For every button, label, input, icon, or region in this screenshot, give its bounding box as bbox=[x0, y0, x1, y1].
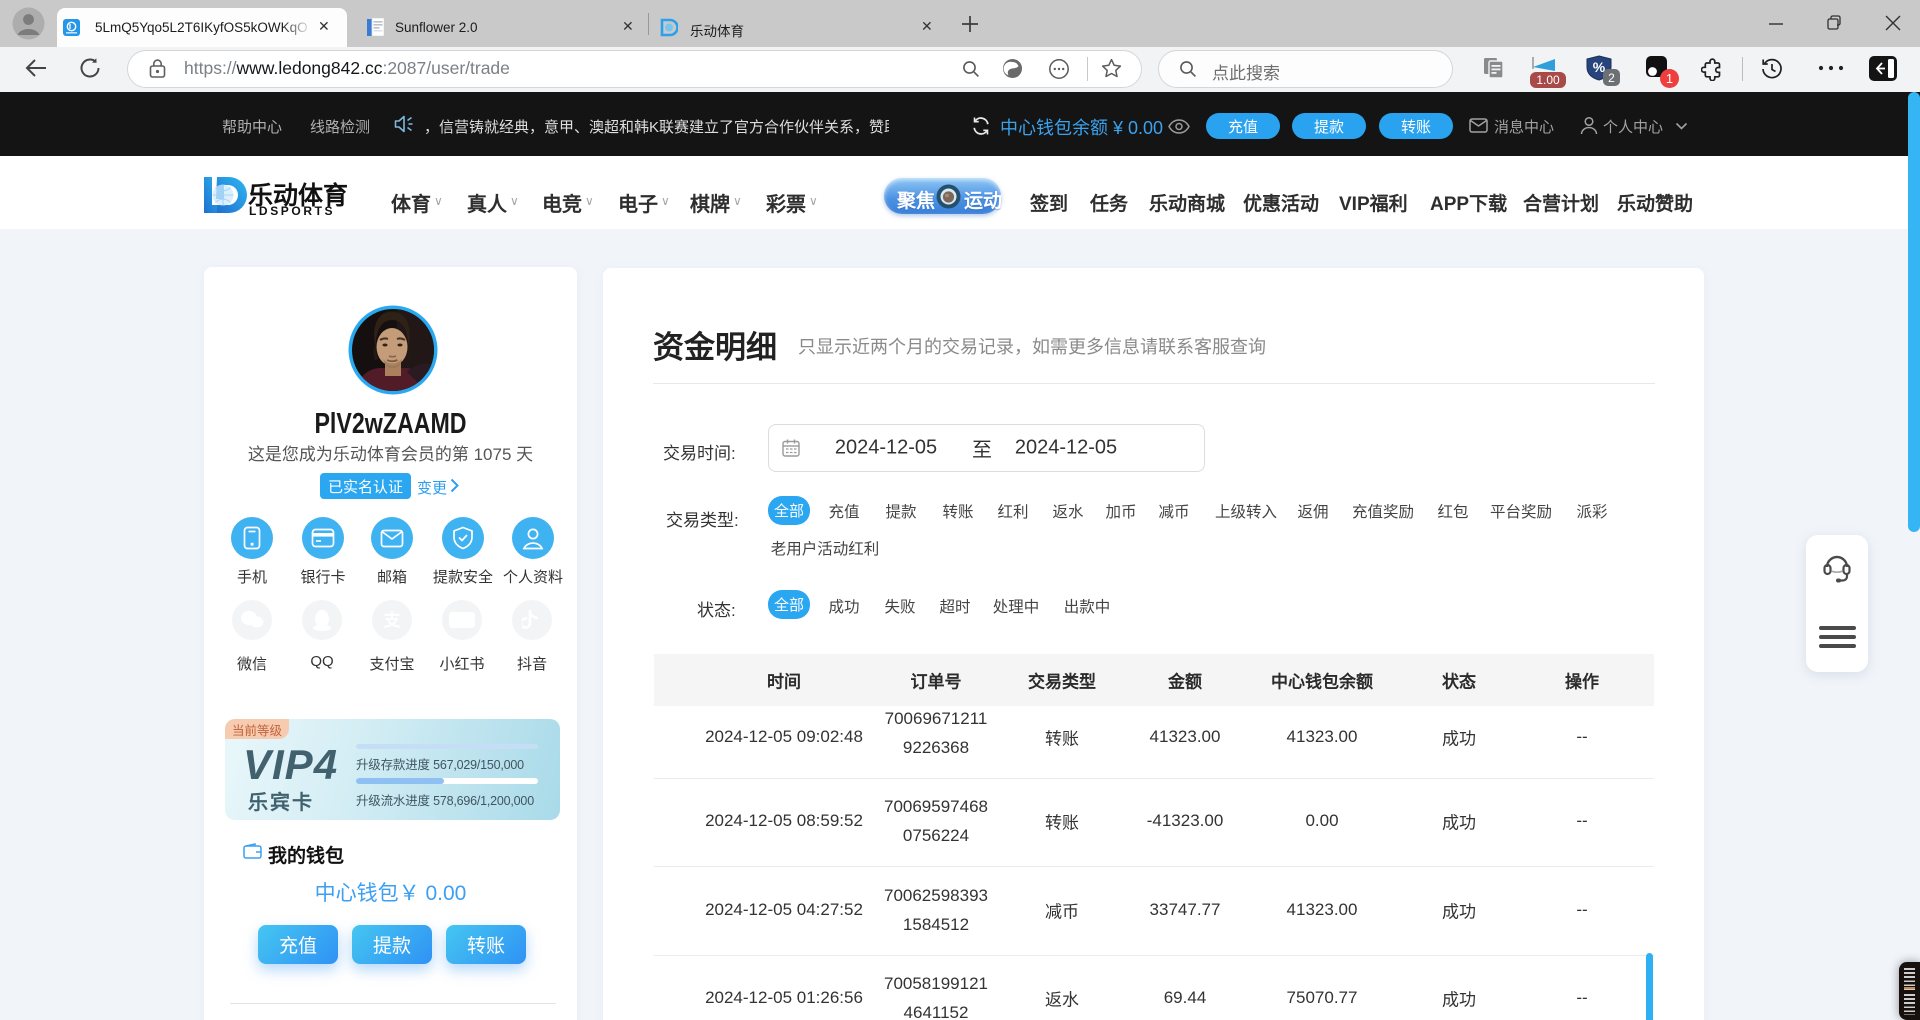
svg-text:支: 支 bbox=[384, 610, 402, 630]
svg-text:1.00: 1.00 bbox=[1536, 73, 1560, 87]
svg-text:1: 1 bbox=[1666, 71, 1673, 86]
svg-text:2: 2 bbox=[1608, 71, 1615, 85]
